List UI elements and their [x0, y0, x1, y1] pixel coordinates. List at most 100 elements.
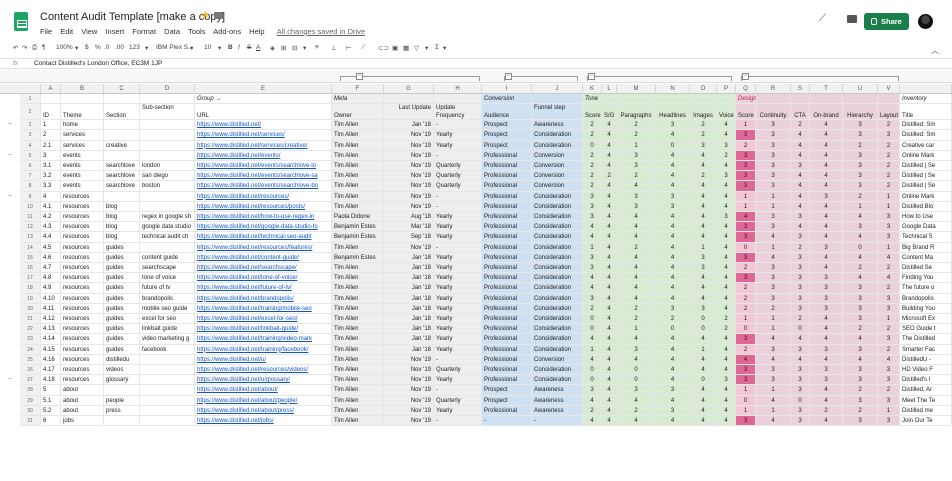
column-title[interactable]: URL: [195, 104, 332, 121]
table-cell[interactable]: about: [61, 385, 104, 396]
table-cell[interactable]: 0: [583, 314, 602, 325]
column-header[interactable]: O: [690, 84, 717, 94]
table-cell[interactable]: Yearly: [434, 263, 482, 274]
table-cell[interactable]: 3.2: [41, 171, 61, 182]
table-cell[interactable]: tone of voice: [140, 273, 195, 284]
table-cell[interactable]: Meet The Te: [900, 395, 952, 406]
menu-insert[interactable]: Insert: [105, 27, 124, 36]
table-cell[interactable]: 3: [791, 416, 810, 427]
table-cell[interactable]: 2: [843, 191, 878, 202]
url-link[interactable]: https://www.distilled.net/searchscape/: [195, 263, 332, 274]
table-cell[interactable]: 2: [878, 344, 900, 355]
table-cell[interactable]: 3: [656, 191, 690, 202]
table-cell[interactable]: resources: [61, 201, 104, 212]
table-cell[interactable]: 3: [656, 120, 690, 131]
table-cell[interactable]: 3: [810, 191, 843, 202]
table-cell[interactable]: 1: [690, 344, 717, 355]
table-cell[interactable]: Nov '19: [384, 365, 434, 376]
table-cell[interactable]: 2: [810, 405, 843, 416]
column-header[interactable]: M: [617, 84, 656, 94]
table-cell[interactable]: Professional: [482, 344, 532, 355]
italic-icon[interactable]: I: [238, 44, 240, 51]
table-cell[interactable]: Creative car: [900, 140, 952, 151]
cell[interactable]: [878, 94, 900, 105]
chevron-down-icon[interactable]: ▾: [190, 44, 193, 52]
table-cell[interactable]: Benjamin Estes: [332, 222, 384, 233]
table-cell[interactable]: Professional: [482, 293, 532, 304]
table-cell[interactable]: 3: [736, 365, 756, 376]
table-cell[interactable]: 4: [810, 324, 843, 335]
table-cell[interactable]: 4: [602, 314, 617, 325]
table-cell[interactable]: 2: [878, 161, 900, 172]
table-cell[interactable]: -: [434, 242, 482, 253]
table-cell[interactable]: 2: [717, 150, 736, 161]
table-cell[interactable]: 2: [843, 140, 878, 151]
table-cell[interactable]: Tim Allen: [332, 385, 384, 396]
table-cell[interactable]: 4: [791, 354, 810, 365]
table-cell[interactable]: Tim Allen: [332, 395, 384, 406]
increase-decimal-button[interactable]: .00: [115, 44, 124, 51]
table-cell[interactable]: 4: [690, 222, 717, 233]
table-cell[interactable]: 1: [736, 120, 756, 131]
table-cell[interactable]: google data studio: [140, 222, 195, 233]
table-cell[interactable]: searchscape: [140, 263, 195, 274]
table-cell[interactable]: 3: [736, 416, 756, 427]
table-cell[interactable]: Prospect: [482, 130, 532, 141]
table-cell[interactable]: 2: [878, 385, 900, 396]
table-cell[interactable]: SEO Guide t: [900, 324, 952, 335]
table-cell[interactable]: 2: [717, 314, 736, 325]
table-cell[interactable]: Nov '19: [384, 130, 434, 141]
table-cell[interactable]: resources: [61, 222, 104, 233]
table-cell[interactable]: Tim Allen: [332, 201, 384, 212]
table-cell[interactable]: Mar '18: [384, 222, 434, 233]
table-cell[interactable]: 4: [602, 405, 617, 416]
table-cell[interactable]: 2: [617, 314, 656, 325]
table-cell[interactable]: 3: [810, 242, 843, 253]
table-cell[interactable]: 4.1: [41, 201, 61, 212]
table-cell[interactable]: 4: [810, 150, 843, 161]
table-cell[interactable]: 5.2: [41, 405, 61, 416]
table-cell[interactable]: 4: [791, 191, 810, 202]
table-cell[interactable]: resources: [61, 344, 104, 355]
column-title[interactable]: Voice: [717, 104, 736, 121]
table-cell[interactable]: Brandopolis: [900, 293, 952, 304]
table-cell[interactable]: Tim Allen: [332, 365, 384, 376]
table-cell[interactable]: guides: [104, 252, 140, 263]
table-cell[interactable]: Paola Didone: [332, 212, 384, 223]
table-cell[interactable]: 4: [602, 293, 617, 304]
table-cell[interactable]: Tim Allen: [332, 181, 384, 192]
cell[interactable]: [384, 94, 434, 105]
table-cell[interactable]: 4: [656, 232, 690, 243]
table-cell[interactable]: 2: [843, 385, 878, 396]
table-cell[interactable]: 3: [810, 344, 843, 355]
url-link[interactable]: https://www.distilled.net/training/video…: [195, 334, 332, 345]
column-header[interactable]: I: [482, 84, 532, 94]
table-cell[interactable]: press: [104, 405, 140, 416]
table-cell[interactable]: 2: [878, 283, 900, 294]
table-cell[interactable]: 4.2: [41, 212, 61, 223]
table-cell[interactable]: -: [434, 416, 482, 427]
table-cell[interactable]: Microsoft Ex: [900, 314, 952, 325]
table-cell[interactable]: Consideration: [532, 303, 583, 314]
table-cell[interactable]: 3: [736, 181, 756, 192]
row-number[interactable]: 31: [20, 416, 41, 427]
column-header[interactable]: P: [717, 84, 736, 94]
table-cell[interactable]: [104, 191, 140, 202]
table-cell[interactable]: 4: [602, 375, 617, 386]
table-cell[interactable]: 3: [878, 293, 900, 304]
column-header[interactable]: C: [104, 84, 140, 94]
table-cell[interactable]: Professional: [482, 283, 532, 294]
table-cell[interactable]: 4: [717, 191, 736, 202]
cell[interactable]: [41, 94, 61, 105]
table-cell[interactable]: 0: [617, 375, 656, 386]
table-cell[interactable]: Quarterly: [434, 181, 482, 192]
table-cell[interactable]: 4: [690, 232, 717, 243]
table-cell[interactable]: 3: [810, 375, 843, 386]
table-cell[interactable]: 4: [617, 395, 656, 406]
table-cell[interactable]: Nov '19: [384, 140, 434, 151]
table-cell[interactable]: 2: [617, 242, 656, 253]
table-cell[interactable]: 3: [583, 263, 602, 274]
table-cell[interactable]: Professional: [482, 191, 532, 202]
table-cell[interactable]: Google Data: [900, 222, 952, 233]
column-title[interactable]: Section: [104, 104, 140, 121]
